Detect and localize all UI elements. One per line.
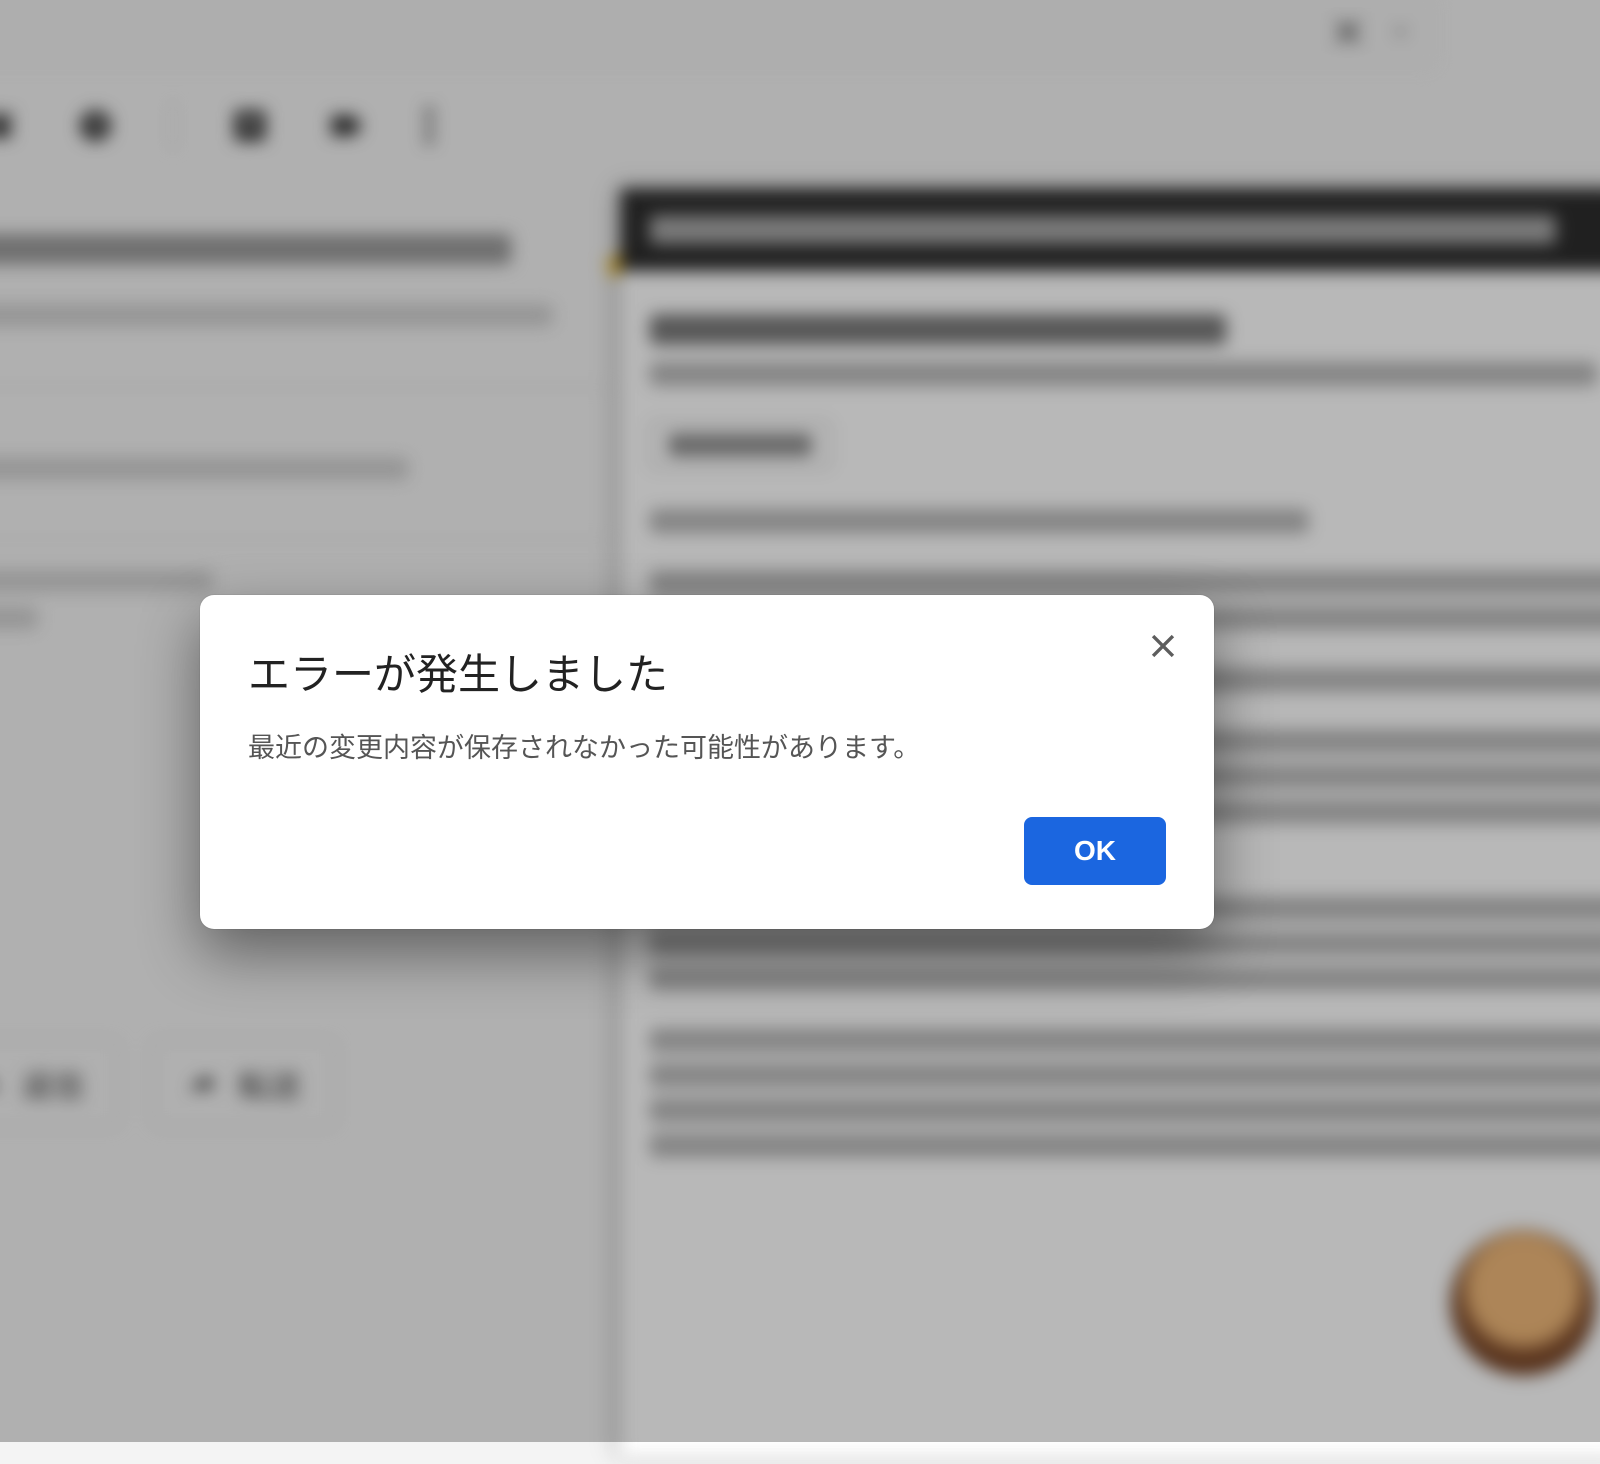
error-dialog: エラーが発生しました 最近の変更内容が保存されなかった可能性があります。 OK [200,595,1214,929]
dialog-title: エラーが発生しました [248,641,1166,702]
dialog-body: 最近の変更内容が保存されなかった可能性があります。 [248,726,1166,765]
close-icon [1146,629,1180,663]
dialog-ok-button[interactable]: OK [1024,817,1166,885]
dialog-close-button[interactable] [1136,619,1190,673]
